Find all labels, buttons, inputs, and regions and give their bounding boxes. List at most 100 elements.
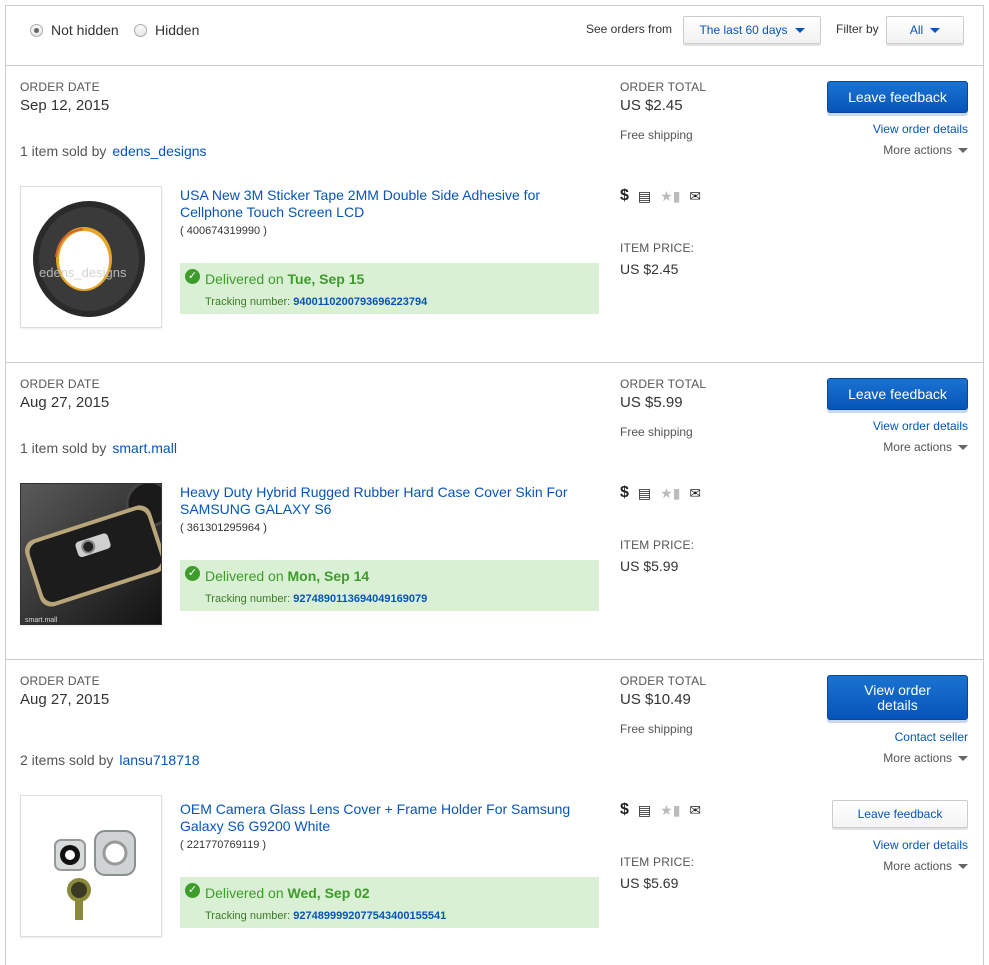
leave-feedback-button[interactable]: Leave feedback: [827, 81, 968, 113]
radio-hidden[interactable]: Hidden: [134, 22, 199, 38]
item-price: US $5.99: [620, 558, 679, 574]
order-date-label: ORDER DATE: [20, 80, 100, 94]
order-card: ORDER DATE Sep 12, 2015 1 item sold by ed…: [6, 66, 983, 363]
filter-bar: Not hidden Hidden See orders from The la…: [6, 6, 983, 66]
order-date-label: ORDER DATE: [20, 674, 100, 688]
radio-selected-icon: [30, 23, 43, 37]
shipping-info: Free shipping: [620, 425, 693, 439]
check-circle-icon: ✓: [185, 566, 200, 581]
filter-by-label: Filter by: [836, 22, 879, 36]
delivered-text: Delivered on Mon, Sep 14: [205, 568, 369, 584]
sold-by-label: 1 item sold by: [20, 440, 107, 456]
item-number: ( 221770769119 ): [180, 839, 267, 851]
order-date-label: ORDER DATE: [20, 377, 100, 391]
contact-seller-link[interactable]: Contact seller: [895, 730, 968, 744]
radio-hidden-label: Hidden: [155, 22, 200, 38]
thumb-watermark: edens_designs: [39, 265, 127, 280]
view-order-details-button[interactable]: View order details: [827, 675, 968, 720]
shipped-icon: ★▮: [660, 187, 681, 204]
phone-case-image: smart.mall: [21, 484, 161, 624]
tracking-label: Tracking number:: [205, 296, 291, 308]
item-thumbnail[interactable]: edens_designs: [20, 186, 162, 328]
more-actions-label: More actions: [883, 143, 952, 157]
tracking-number-link[interactable]: 9274899992077543400155541: [293, 910, 446, 922]
more-actions-label: More actions: [883, 751, 952, 765]
item-thumbnail[interactable]: [20, 795, 162, 937]
delivery-status: ✓ Delivered on Wed, Sep 02 Tracking numb…: [180, 877, 599, 928]
package-icon: ▤: [637, 484, 652, 501]
item-number: ( 400674319990 ): [180, 225, 267, 237]
leave-feedback-button[interactable]: Leave feedback: [827, 378, 968, 410]
delivered-label: Delivered on: [205, 885, 284, 901]
thumb-watermark: smart.mall: [25, 617, 58, 624]
order-date: Aug 27, 2015: [20, 691, 110, 708]
more-actions-menu[interactable]: More actions: [883, 143, 968, 157]
item-price: US $5.69: [620, 875, 679, 891]
status-icons: $ ▤ ★▮ ✉: [620, 484, 701, 502]
orders-panel: Not hidden Hidden See orders from The la…: [5, 5, 984, 965]
chevron-down-icon: [958, 444, 968, 450]
status-icons: $ ▤ ★▮ ✉: [620, 801, 701, 819]
sold-by-label: 2 items sold by: [20, 752, 114, 768]
more-actions-label: More actions: [883, 440, 952, 454]
chevron-down-icon: [930, 27, 941, 33]
filter-dropdown[interactable]: All: [886, 16, 964, 44]
feedback-envelope-icon: ✉: [689, 801, 702, 818]
item-title-link[interactable]: USA New 3M Sticker Tape 2MM Double Side …: [180, 187, 600, 221]
delivered-date: Tue, Sep 15: [287, 271, 365, 287]
order-card: ORDER DATE Aug 27, 2015 1 item sold by sm…: [6, 363, 983, 660]
chevron-down-icon: [794, 27, 805, 33]
tracking-number-link[interactable]: 9274890113694049169079: [293, 593, 427, 605]
seller-link[interactable]: lansu718718: [119, 752, 199, 768]
shipping-info: Free shipping: [620, 722, 693, 736]
more-actions-menu[interactable]: More actions: [883, 751, 968, 765]
seller-link[interactable]: smart.mall: [112, 440, 177, 456]
delivery-status: ✓ Delivered on Tue, Sep 15 Tracking numb…: [180, 263, 599, 314]
radio-not-hidden[interactable]: Not hidden: [30, 22, 119, 38]
package-icon: ▤: [637, 801, 652, 818]
tracking-line: Tracking number: 92748999920775434001555…: [205, 910, 446, 922]
item-view-order-details-link[interactable]: View order details: [873, 838, 968, 852]
button-line-2: details: [877, 697, 918, 713]
seller-link[interactable]: edens_designs: [112, 143, 206, 159]
shipped-icon: ★▮: [660, 484, 681, 501]
item-price-label: ITEM PRICE:: [620, 538, 695, 552]
feedback-envelope-icon: ✉: [689, 484, 702, 501]
item-number: ( 361301295964 ): [180, 522, 267, 534]
more-actions-menu[interactable]: More actions: [883, 440, 968, 454]
order-total-label: ORDER TOTAL: [620, 377, 707, 391]
tracking-number-link[interactable]: 9400110200793696223794: [293, 296, 427, 308]
delivered-date: Wed, Sep 02: [287, 885, 370, 901]
item-leave-feedback-button[interactable]: Leave feedback: [832, 800, 968, 828]
item-title-link[interactable]: OEM Camera Glass Lens Cover + Frame Hold…: [180, 801, 600, 835]
delivered-text: Delivered on Tue, Sep 15: [205, 271, 364, 287]
view-order-details-link[interactable]: View order details: [873, 122, 968, 136]
feedback-envelope-icon: ✉: [689, 187, 702, 204]
paid-dollar-icon: $: [620, 484, 629, 501]
delivered-label: Delivered on: [205, 271, 284, 287]
status-icons: $ ▤ ★▮ ✉: [620, 187, 701, 205]
order-total: US $5.99: [620, 394, 683, 411]
radio-unselected-icon: [134, 23, 147, 37]
order-date: Aug 27, 2015: [20, 394, 110, 411]
filter-value: All: [909, 23, 924, 37]
tracking-label: Tracking number:: [205, 910, 291, 922]
tape-roll-image: edens_designs: [21, 187, 161, 327]
chevron-down-icon: [958, 147, 968, 153]
check-circle-icon: ✓: [185, 269, 200, 284]
sold-by-label: 1 item sold by: [20, 143, 107, 159]
period-dropdown[interactable]: The last 60 days: [683, 16, 821, 44]
item-thumbnail[interactable]: smart.mall: [20, 483, 162, 625]
tracking-line: Tracking number: 9400110200793696223794: [205, 296, 427, 308]
paid-dollar-icon: $: [620, 801, 629, 818]
item-more-actions-menu[interactable]: More actions: [883, 859, 968, 873]
order-date: Sep 12, 2015: [20, 97, 110, 114]
delivered-date: Mon, Sep 14: [287, 568, 370, 584]
item-price: US $2.45: [620, 261, 679, 277]
item-title-link[interactable]: Heavy Duty Hybrid Rugged Rubber Hard Cas…: [180, 484, 600, 518]
chevron-down-icon: [958, 755, 968, 761]
delivered-label: Delivered on: [205, 568, 284, 584]
order-total: US $10.49: [620, 691, 691, 708]
view-order-details-link[interactable]: View order details: [873, 419, 968, 433]
package-icon: ▤: [637, 187, 652, 204]
